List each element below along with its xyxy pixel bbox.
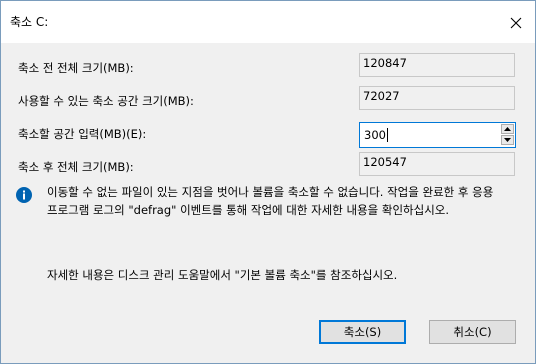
total-before-value-box: 120847 [359,53,515,77]
info-icon [16,187,32,203]
close-icon [510,17,522,29]
chevron-up-icon [504,127,511,131]
chevron-down-icon [504,138,511,142]
dialog-title: 축소 C: [10,15,49,29]
shrink-amount-stepper[interactable] [359,122,516,148]
title-bar: 축소 C: [1,1,535,43]
info-message: 이동할 수 없는 파일이 있는 지점을 벗어나 볼륨을 축소할 수 없습니다. … [47,185,494,217]
shrink-volume-dialog: 축소 C: 축소 전 전체 크기(MB): 120847 사용할 수 있는 축소… [0,0,536,364]
available-space-value: 72027 [363,89,400,103]
shrink-amount-label: 축소할 공간 입력(MB)(E): [18,127,147,141]
total-after-value-box: 120547 [359,152,515,176]
cancel-button[interactable]: 취소(C) [429,320,516,344]
available-space-value-box: 72027 [359,86,515,110]
spin-up-button[interactable] [501,124,514,134]
help-reference-text: 자세한 내용은 디스크 관리 도움말에서 "기본 볼륨 축소"를 참조하십시오. [47,268,398,282]
spin-down-button[interactable] [501,135,514,145]
total-before-label: 축소 전 전체 크기(MB): [18,61,134,75]
available-space-label: 사용할 수 있는 축소 공간 크기(MB): [18,94,194,108]
total-after-label: 축소 후 전체 크기(MB): [18,160,134,174]
total-before-value: 120847 [363,56,407,70]
close-button[interactable] [503,11,529,35]
total-after-value: 120547 [363,155,407,169]
shrink-button[interactable]: 축소(S) [319,320,406,344]
shrink-amount-input[interactable] [360,123,498,147]
text-caret [387,128,388,142]
